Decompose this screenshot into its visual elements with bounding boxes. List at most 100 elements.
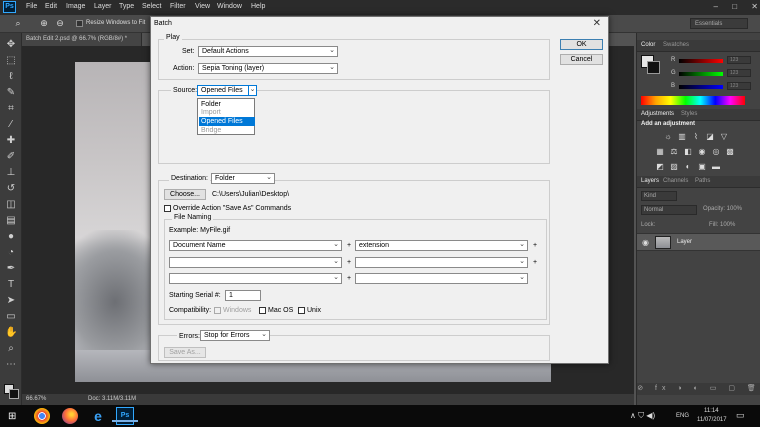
workspace-select[interactable]: Essentials — [690, 18, 748, 29]
menu-layer[interactable]: Layer — [94, 3, 112, 10]
source-select[interactable]: Opened Files ⌄ — [197, 85, 257, 96]
vibrance-icon[interactable]: ▽ — [719, 132, 729, 141]
tab-swatches[interactable]: Swatches — [663, 42, 689, 48]
black-white-icon[interactable]: ◧ — [683, 147, 693, 156]
mac-os-checkbox[interactable] — [259, 307, 266, 314]
close-button[interactable]: ✕ — [751, 2, 758, 11]
brush-tool-icon[interactable]: ✐ — [5, 151, 17, 163]
menu-help[interactable]: Help — [251, 3, 265, 10]
more-tools-icon[interactable]: ⋯ — [5, 359, 17, 371]
menu-type[interactable]: Type — [119, 3, 134, 10]
language-indicator[interactable]: ENG — [676, 413, 689, 419]
system-tray-icons[interactable]: ∧ ⛉ ◀) — [630, 411, 655, 421]
clone-stamp-icon[interactable]: ⊥ — [5, 167, 17, 179]
zoom-value[interactable]: 66.67% — [26, 396, 46, 402]
layer-filter-kind[interactable]: Kind — [641, 191, 677, 201]
layers-footer-icons[interactable]: ⊘ fx ◑ ◐ ▭ ▢ 🗑 — [637, 383, 760, 395]
dodge-tool-icon[interactable]: ◔ — [5, 247, 17, 259]
slider-value-b[interactable]: 123 — [727, 82, 751, 90]
firefox-app-icon[interactable] — [62, 408, 78, 424]
dialog-close-icon[interactable]: ✕ — [593, 18, 601, 29]
lasso-tool-icon[interactable]: ℓ — [5, 71, 17, 83]
crop-tool-icon[interactable]: ⌗ — [5, 103, 17, 115]
threshold-icon[interactable]: ◐ — [683, 162, 693, 171]
unix-checkbox[interactable] — [298, 307, 305, 314]
cancel-button[interactable]: Cancel — [560, 54, 603, 65]
blur-tool-icon[interactable]: ● — [5, 231, 17, 243]
minimize-button[interactable]: – — [714, 2, 718, 11]
slider-g[interactable] — [679, 72, 723, 76]
eraser-tool-icon[interactable]: ◫ — [5, 199, 17, 211]
curves-icon[interactable]: ⌇ — [691, 132, 701, 141]
naming-field-4[interactable]: ⌄ — [355, 257, 528, 268]
gradient-map-icon[interactable]: ▬ — [711, 162, 721, 171]
blend-mode-select[interactable]: Normal — [641, 205, 697, 215]
clock-date[interactable]: 11/07/2017 — [697, 417, 727, 423]
selective-color-icon[interactable]: ▣ — [697, 162, 707, 171]
hue-saturation-icon[interactable]: ▦ — [655, 147, 665, 156]
slider-value-r[interactable]: 123 — [727, 56, 751, 64]
type-tool-icon[interactable]: T — [5, 279, 17, 291]
choose-button[interactable]: Choose... — [164, 189, 206, 200]
layer-name[interactable]: Layer — [677, 239, 692, 245]
background-color-swatch[interactable] — [9, 389, 19, 399]
source-option-opened-files[interactable]: Opened Files — [199, 117, 255, 126]
levels-icon[interactable]: ▥ — [677, 132, 687, 141]
shape-tool-icon[interactable]: ▭ — [5, 311, 17, 323]
naming-field-1[interactable]: Document Name ⌄ — [169, 240, 342, 251]
panel-background-swatch[interactable] — [647, 61, 660, 74]
brightness-icon[interactable]: ☼ — [663, 132, 673, 141]
tab-adjustments[interactable]: Adjustments — [641, 111, 674, 117]
override-save-as-checkbox[interactable] — [164, 205, 171, 212]
resize-windows-checkbox[interactable] — [76, 20, 83, 27]
path-select-icon[interactable]: ➤ — [5, 295, 17, 307]
tab-channels[interactable]: Channels — [663, 178, 688, 184]
exposure-icon[interactable]: ◪ — [705, 132, 715, 141]
color-lookup-icon[interactable]: ▩ — [725, 147, 735, 156]
slider-value-g[interactable]: 123 — [727, 69, 751, 77]
errors-select[interactable]: Stop for Errors ⌄ — [200, 330, 270, 341]
chrome-app-icon[interactable] — [34, 408, 50, 424]
destination-select[interactable]: Folder ⌄ — [211, 173, 275, 184]
quick-select-tool-icon[interactable]: ✎ — [5, 87, 17, 99]
healing-brush-icon[interactable]: ✚ — [5, 135, 17, 147]
tab-paths[interactable]: Paths — [695, 178, 710, 184]
action-select[interactable]: Sepia Toning (layer) ⌄ — [198, 63, 338, 74]
color-spectrum[interactable] — [641, 96, 745, 105]
tab-color[interactable]: Color — [641, 42, 655, 48]
serial-input[interactable]: 1 — [225, 290, 261, 301]
naming-field-6[interactable]: ⌄ — [355, 273, 528, 284]
zoom-out-icon[interactable]: ⊖ — [54, 18, 66, 29]
history-brush-icon[interactable]: ↺ — [5, 183, 17, 195]
ok-button[interactable]: OK — [560, 39, 603, 50]
color-balance-icon[interactable]: ⚖ — [669, 147, 679, 156]
zoom-tool-icon[interactable]: ⌕ — [12, 18, 24, 29]
zoom-in-icon[interactable]: ⊕ — [38, 18, 50, 29]
eyedropper-tool-icon[interactable]: ⁄ — [5, 119, 17, 131]
edge-app-icon[interactable]: e — [90, 408, 106, 424]
tab-styles[interactable]: Styles — [681, 111, 697, 117]
menu-image[interactable]: Image — [66, 3, 85, 10]
menu-select[interactable]: Select — [142, 3, 161, 10]
zoom-tool-icon[interactable]: ⌕ — [5, 343, 17, 355]
menu-edit[interactable]: Edit — [45, 3, 57, 10]
slider-b[interactable] — [679, 85, 723, 89]
menu-view[interactable]: View — [195, 3, 210, 10]
tab-layers[interactable]: Layers — [641, 178, 659, 184]
posterize-icon[interactable]: ▨ — [669, 162, 679, 171]
visibility-eye-icon[interactable]: ◉ — [642, 238, 649, 247]
move-tool-icon[interactable]: ✥ — [5, 39, 17, 51]
document-tab[interactable]: Batch Edit 2.psd @ 66.7% (RGB/8#) * — [22, 33, 142, 46]
naming-field-2[interactable]: extension ⌄ — [355, 240, 528, 251]
layer-row[interactable]: ◉ Layer — [637, 233, 760, 251]
marquee-tool-icon[interactable]: ⬚ — [5, 55, 17, 67]
menu-window[interactable]: Window — [217, 3, 242, 10]
opacity-field[interactable]: Opacity: 100% — [703, 206, 742, 212]
start-button-icon[interactable]: ⊞ — [8, 411, 16, 422]
menu-filter[interactable]: Filter — [170, 3, 186, 10]
gradient-tool-icon[interactable]: ▤ — [5, 215, 17, 227]
clock-time[interactable]: 11:14 — [704, 408, 719, 414]
channel-mixer-icon[interactable]: ◎ — [711, 147, 721, 156]
hand-tool-icon[interactable]: ✋ — [5, 327, 17, 339]
menu-file[interactable]: File — [26, 3, 37, 10]
